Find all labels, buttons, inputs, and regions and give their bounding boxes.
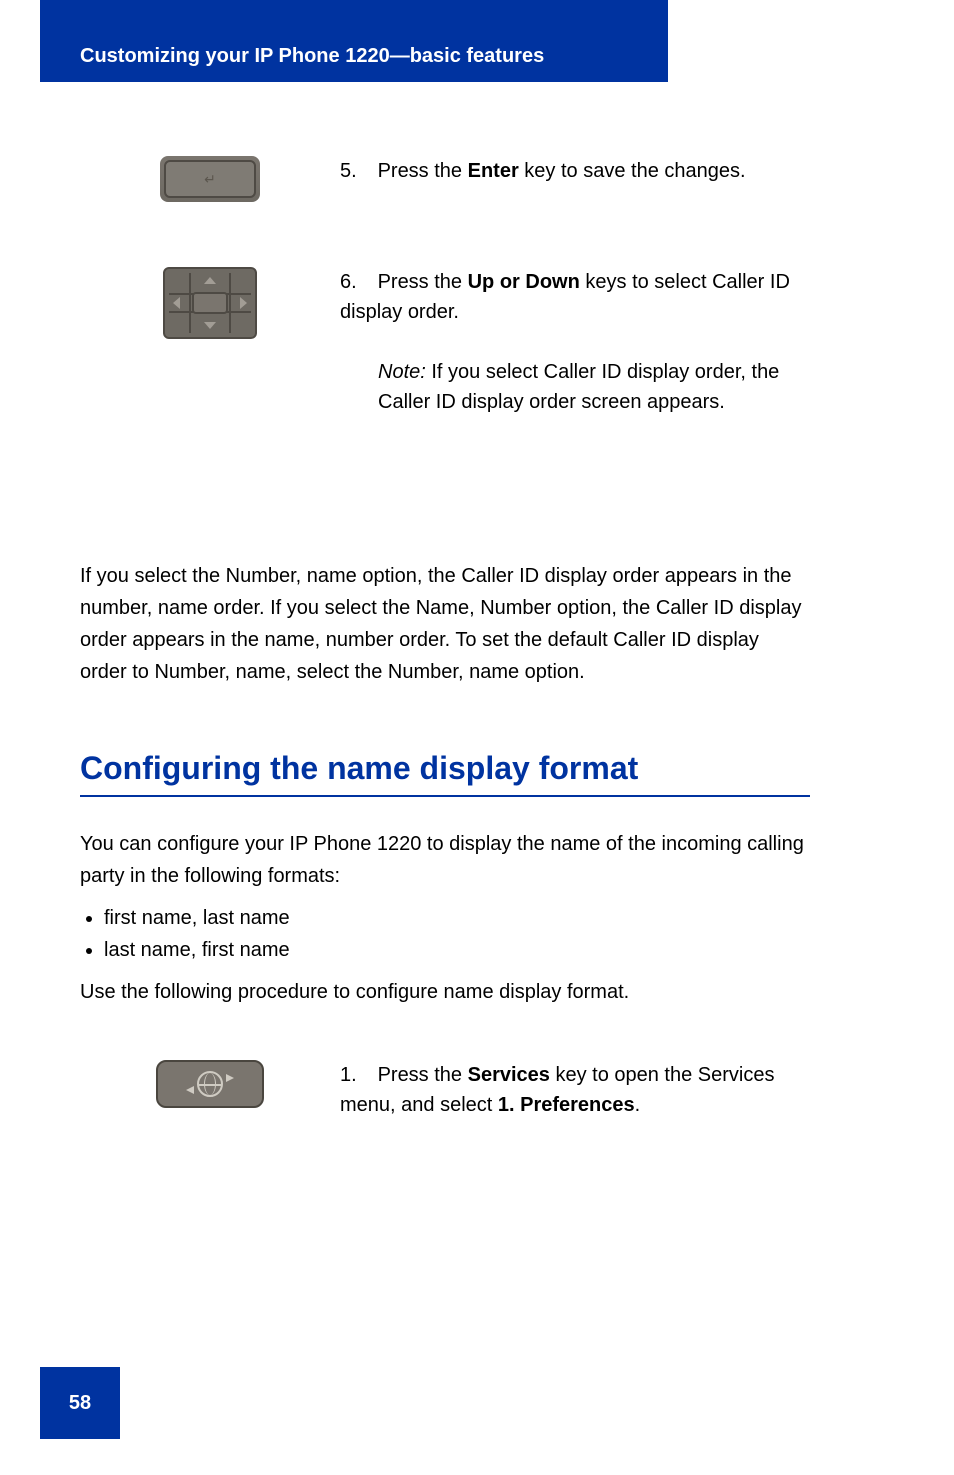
page-number-box: 58 <box>40 1367 120 1439</box>
step-1b-text: 1. Press the Services key to open the Se… <box>340 1060 820 1120</box>
step-5-suffix: key to save the changes. <box>519 160 746 182</box>
step-1b-number: 1. <box>340 1060 372 1090</box>
header-title: Customizing your IP Phone 1220—basic fea… <box>80 45 544 68</box>
services-key-icon <box>156 1060 264 1108</box>
body-paragraph-1: If you select the Number, name option, t… <box>80 560 810 688</box>
step-6-row: 6. Press the Up or Down keys to select C… <box>80 267 820 417</box>
section-heading: Configuring the name display format <box>80 750 810 797</box>
step-6-note: Note: If you select Caller ID display or… <box>378 357 820 417</box>
step-1b-prefix: Press the <box>378 1064 468 1086</box>
para2-b: Use the following procedure to configure… <box>80 976 810 1008</box>
enter-key-inner-icon: ↵ <box>164 160 256 198</box>
bullet-2: last name, first name <box>104 934 810 966</box>
step-6-graphic-col <box>80 267 340 339</box>
step-5-graphic-col: ↵ <box>80 156 340 202</box>
para2-a: You can configure your IP Phone 1220 to … <box>80 828 810 892</box>
step-1b-key: Services <box>468 1064 550 1086</box>
step-6-note-label: Note: <box>378 361 426 383</box>
step-5-number: 5. <box>340 156 372 186</box>
section-heading-text: Configuring the name display format <box>80 750 810 787</box>
step-5-row: ↵ 5. Press the Enter key to save the cha… <box>80 156 820 202</box>
section-body: You can configure your IP Phone 1220 to … <box>80 828 810 1008</box>
step-6-note-text: If you select Caller ID display order, t… <box>378 361 779 413</box>
header-bar: Customizing your IP Phone 1220—basic fea… <box>40 0 668 82</box>
globe-icon <box>197 1071 223 1097</box>
step-5-text: 5. Press the Enter key to save the chang… <box>340 156 820 186</box>
step-5-key: Enter <box>468 160 519 182</box>
step-1b-menu: 1. Preferences <box>498 1094 635 1116</box>
enter-key-icon: ↵ <box>160 156 260 202</box>
step-6-prefix: Press the <box>378 271 468 293</box>
step-1b-graphic-col <box>80 1060 340 1108</box>
step-1b-row: 1. Press the Services key to open the Se… <box>80 1060 820 1120</box>
step-6-number: 6. <box>340 267 372 297</box>
bullet-1: first name, last name <box>104 902 810 934</box>
navigation-key-icon <box>163 267 257 339</box>
step-6-key: Up or Down <box>468 271 580 293</box>
page-number: 58 <box>69 1392 91 1415</box>
step-6-text: 6. Press the Up or Down keys to select C… <box>340 267 820 417</box>
step-5-prefix: Press the <box>378 160 468 182</box>
